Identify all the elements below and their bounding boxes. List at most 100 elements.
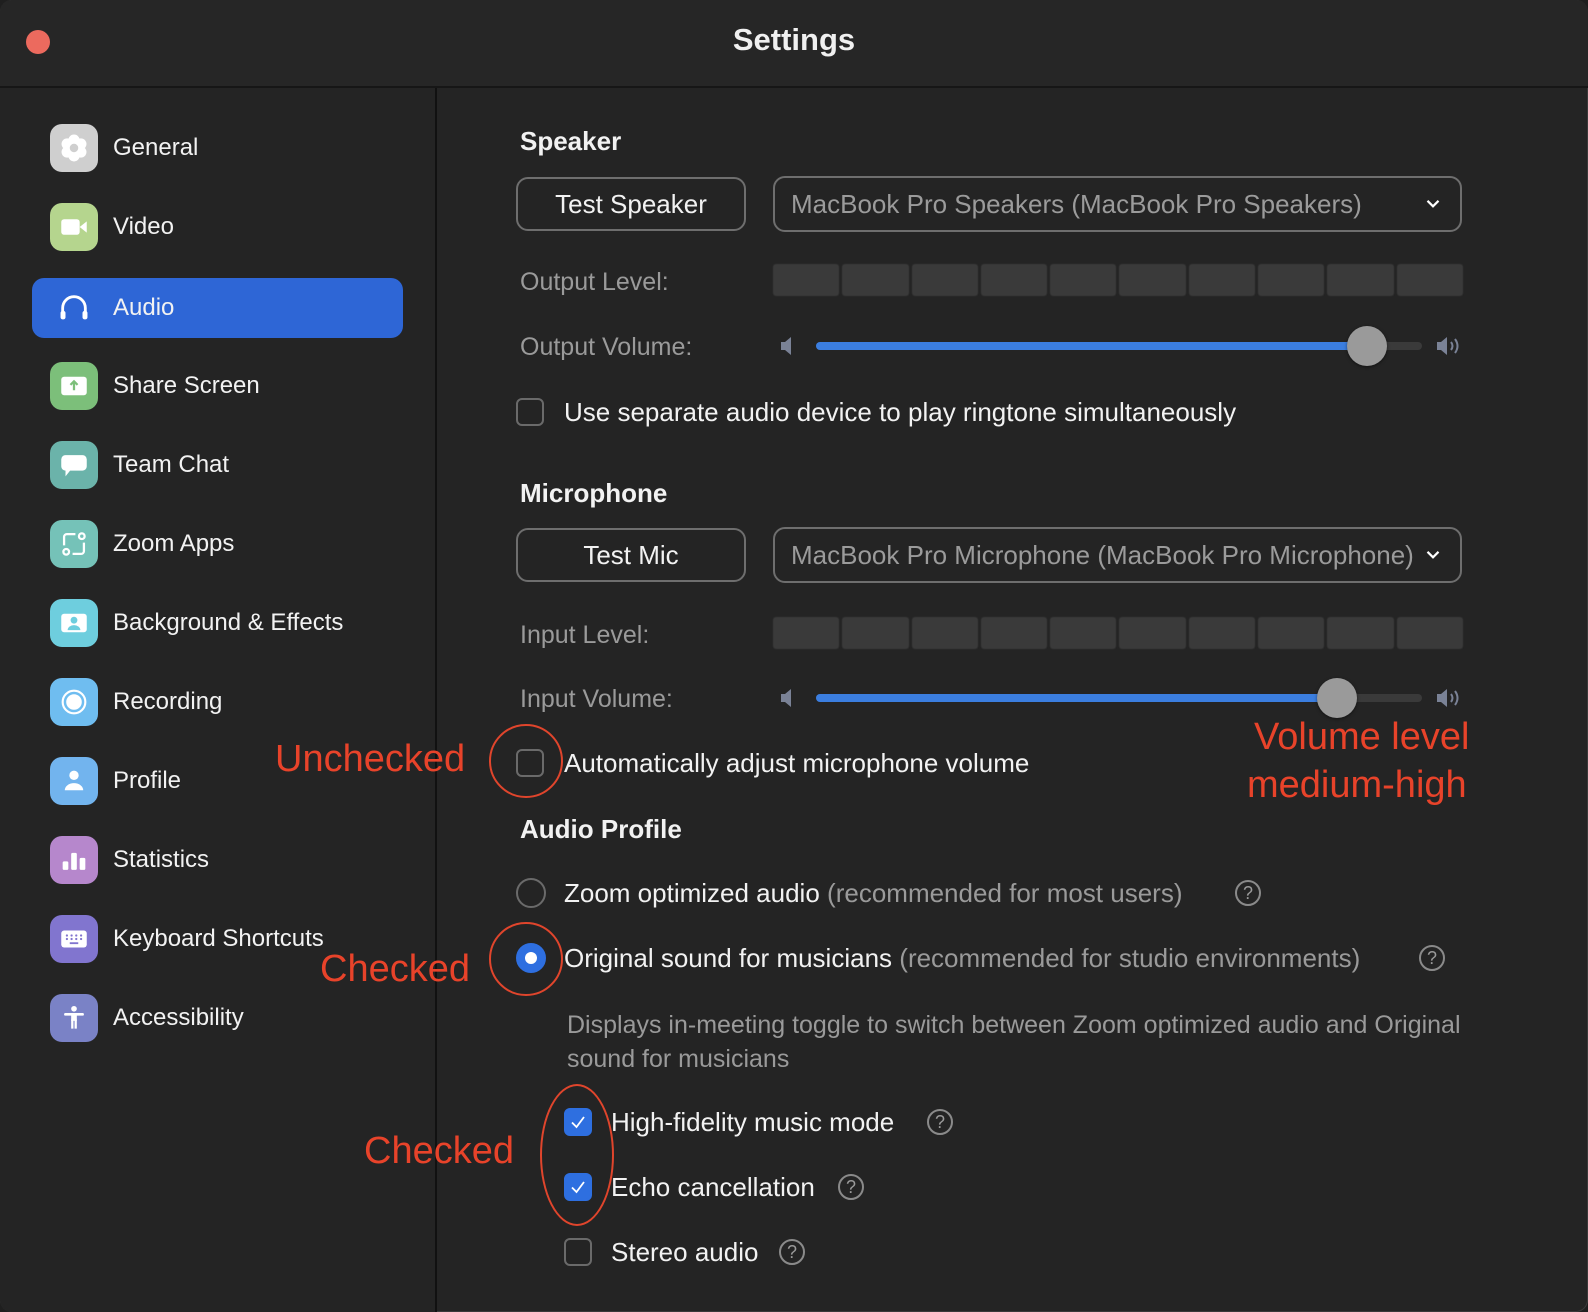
level-segment	[773, 617, 840, 649]
keyboard-icon	[50, 915, 98, 963]
help-icon[interactable]: ?	[1419, 945, 1445, 971]
sidebar-item-label: Keyboard Shortcuts	[113, 925, 324, 952]
share-screen-icon	[50, 362, 98, 410]
stereo-audio-checkbox[interactable]	[564, 1238, 592, 1266]
speaker-section-title: Speaker	[520, 126, 622, 156]
zoom-optimized-audio-label: Zoom optimized audio (recommended for mo…	[564, 878, 1183, 909]
volume-low-icon	[781, 689, 791, 707]
microphone-device-select[interactable]: MacBook Pro Microphone (MacBook Pro Micr…	[773, 527, 1462, 583]
sidebar-item-background-effects[interactable]: Background & Effects	[32, 593, 403, 653]
bar-chart-icon	[50, 836, 98, 884]
chevron-down-icon	[1426, 200, 1440, 208]
help-icon[interactable]: ?	[927, 1109, 953, 1135]
chat-bubble-icon	[50, 441, 98, 489]
sidebar-item-zoom-apps[interactable]: Zoom Apps	[32, 514, 403, 574]
volume-low-icon	[781, 337, 791, 355]
zoom-optimized-audio-radio[interactable]	[516, 878, 546, 908]
sidebar-item-label: Statistics	[113, 846, 210, 873]
input-volume-slider[interactable]	[777, 678, 1467, 718]
video-camera-icon	[50, 203, 98, 251]
audio-profile-section-title: Audio Profile	[520, 814, 682, 844]
output-volume-fill	[816, 342, 1368, 350]
level-segment	[911, 617, 978, 649]
auto-adjust-mic-checkbox[interactable]	[516, 749, 544, 777]
output-volume-slider[interactable]	[777, 326, 1467, 366]
high-fidelity-music-mode-checkbox[interactable]	[564, 1108, 592, 1136]
level-segment	[1188, 617, 1256, 649]
input-volume-fill	[816, 694, 1338, 702]
window-title: Settings	[732, 22, 856, 57]
record-icon	[50, 678, 98, 726]
level-segment	[1119, 617, 1186, 649]
sidebar-item-label: Profile	[113, 767, 182, 794]
help-icon[interactable]: ?	[838, 1174, 864, 1200]
headphones-icon	[50, 284, 98, 332]
option-label: Original sound for musicians	[564, 943, 893, 973]
test-speaker-button[interactable]: Test Speaker	[516, 177, 746, 231]
input-volume-track[interactable]	[816, 678, 1422, 718]
level-segment	[1396, 264, 1463, 296]
original-sound-description: Displays in-meeting toggle to switch bet…	[567, 1011, 1461, 1073]
original-sound-radio[interactable]	[516, 943, 546, 973]
output-volume-track[interactable]	[816, 326, 1422, 366]
volume-high-icon	[1437, 337, 1459, 355]
high-fidelity-music-mode-label: High-fidelity music mode	[611, 1107, 895, 1137]
apps-icon	[50, 520, 98, 568]
help-icon[interactable]: ?	[1235, 880, 1261, 906]
sidebar-item-accessibility[interactable]: Accessibility	[32, 988, 403, 1048]
output-volume-label: Output Volume:	[520, 333, 693, 361]
ringtone-checkbox[interactable]	[516, 398, 544, 426]
sidebar: General Video Audio Share Screen Team Ch	[0, 88, 437, 1312]
test-mic-button[interactable]: Test Mic	[516, 528, 746, 582]
echo-cancellation-label: Echo cancellation	[611, 1172, 815, 1202]
level-segment	[1327, 617, 1394, 649]
option-hint: (recommended for studio environments)	[899, 943, 1361, 973]
echo-cancellation-checkbox[interactable]	[564, 1173, 592, 1201]
sidebar-item-video[interactable]: Video	[32, 197, 403, 257]
sidebar-item-label: Video	[113, 213, 174, 240]
input-volume-label: Input Volume:	[520, 685, 673, 713]
gear-icon	[50, 124, 98, 172]
output-level-label: Output Level:	[520, 268, 669, 296]
chevron-down-icon	[1426, 551, 1440, 559]
speaker-device-select[interactable]: MacBook Pro Speakers (MacBook Pro Speake…	[773, 176, 1462, 232]
original-sound-label: Original sound for musicians (recommende…	[564, 943, 1360, 974]
level-segment	[1050, 264, 1117, 296]
annotation-checked-radio: Checked	[320, 948, 470, 990]
sidebar-item-team-chat[interactable]: Team Chat	[32, 435, 403, 495]
help-icon[interactable]: ?	[779, 1239, 805, 1265]
level-segment	[1119, 264, 1186, 296]
sidebar-item-share-screen[interactable]: Share Screen	[32, 356, 403, 416]
level-segment	[1050, 617, 1117, 649]
level-segment	[980, 264, 1048, 296]
sidebar-item-recording[interactable]: Recording	[32, 672, 403, 732]
stereo-audio-label: Stereo audio	[611, 1237, 759, 1267]
ringtone-checkbox-label: Use separate audio device to play ringto…	[564, 397, 1237, 427]
annotation-checked-boxes: Checked	[364, 1130, 514, 1172]
annotation-volume-line2: medium-high	[1247, 764, 1467, 806]
level-segment	[842, 264, 909, 296]
level-segment	[1327, 264, 1394, 296]
sidebar-item-label: Share Screen	[113, 372, 260, 399]
accessibility-icon	[50, 994, 98, 1042]
sidebar-item-label: Audio	[113, 294, 175, 321]
sidebar-item-label: Zoom Apps	[113, 530, 235, 557]
level-segment	[773, 264, 840, 296]
annotation-unchecked: Unchecked	[275, 738, 466, 780]
sidebar-item-label: Background & Effects	[113, 609, 344, 636]
auto-adjust-mic-label: Automatically adjust microphone volume	[564, 748, 1030, 778]
sidebar-item-statistics[interactable]: Statistics	[32, 830, 403, 890]
level-segment	[1188, 264, 1256, 296]
microphone-section-title: Microphone	[520, 478, 668, 508]
level-segment	[1396, 617, 1463, 649]
sidebar-item-general[interactable]: General	[32, 118, 403, 178]
output-volume-thumb[interactable]	[1347, 326, 1388, 366]
option-label: Zoom optimized audio	[564, 878, 820, 908]
volume-high-icon	[1437, 689, 1459, 707]
level-segment	[1258, 617, 1325, 649]
sidebar-item-label: General	[113, 134, 199, 161]
title-bar: Settings	[0, 0, 1588, 88]
input-volume-thumb[interactable]	[1317, 678, 1358, 718]
sidebar-item-label: Recording	[113, 688, 223, 715]
sidebar-item-audio[interactable]: Audio	[32, 278, 403, 338]
